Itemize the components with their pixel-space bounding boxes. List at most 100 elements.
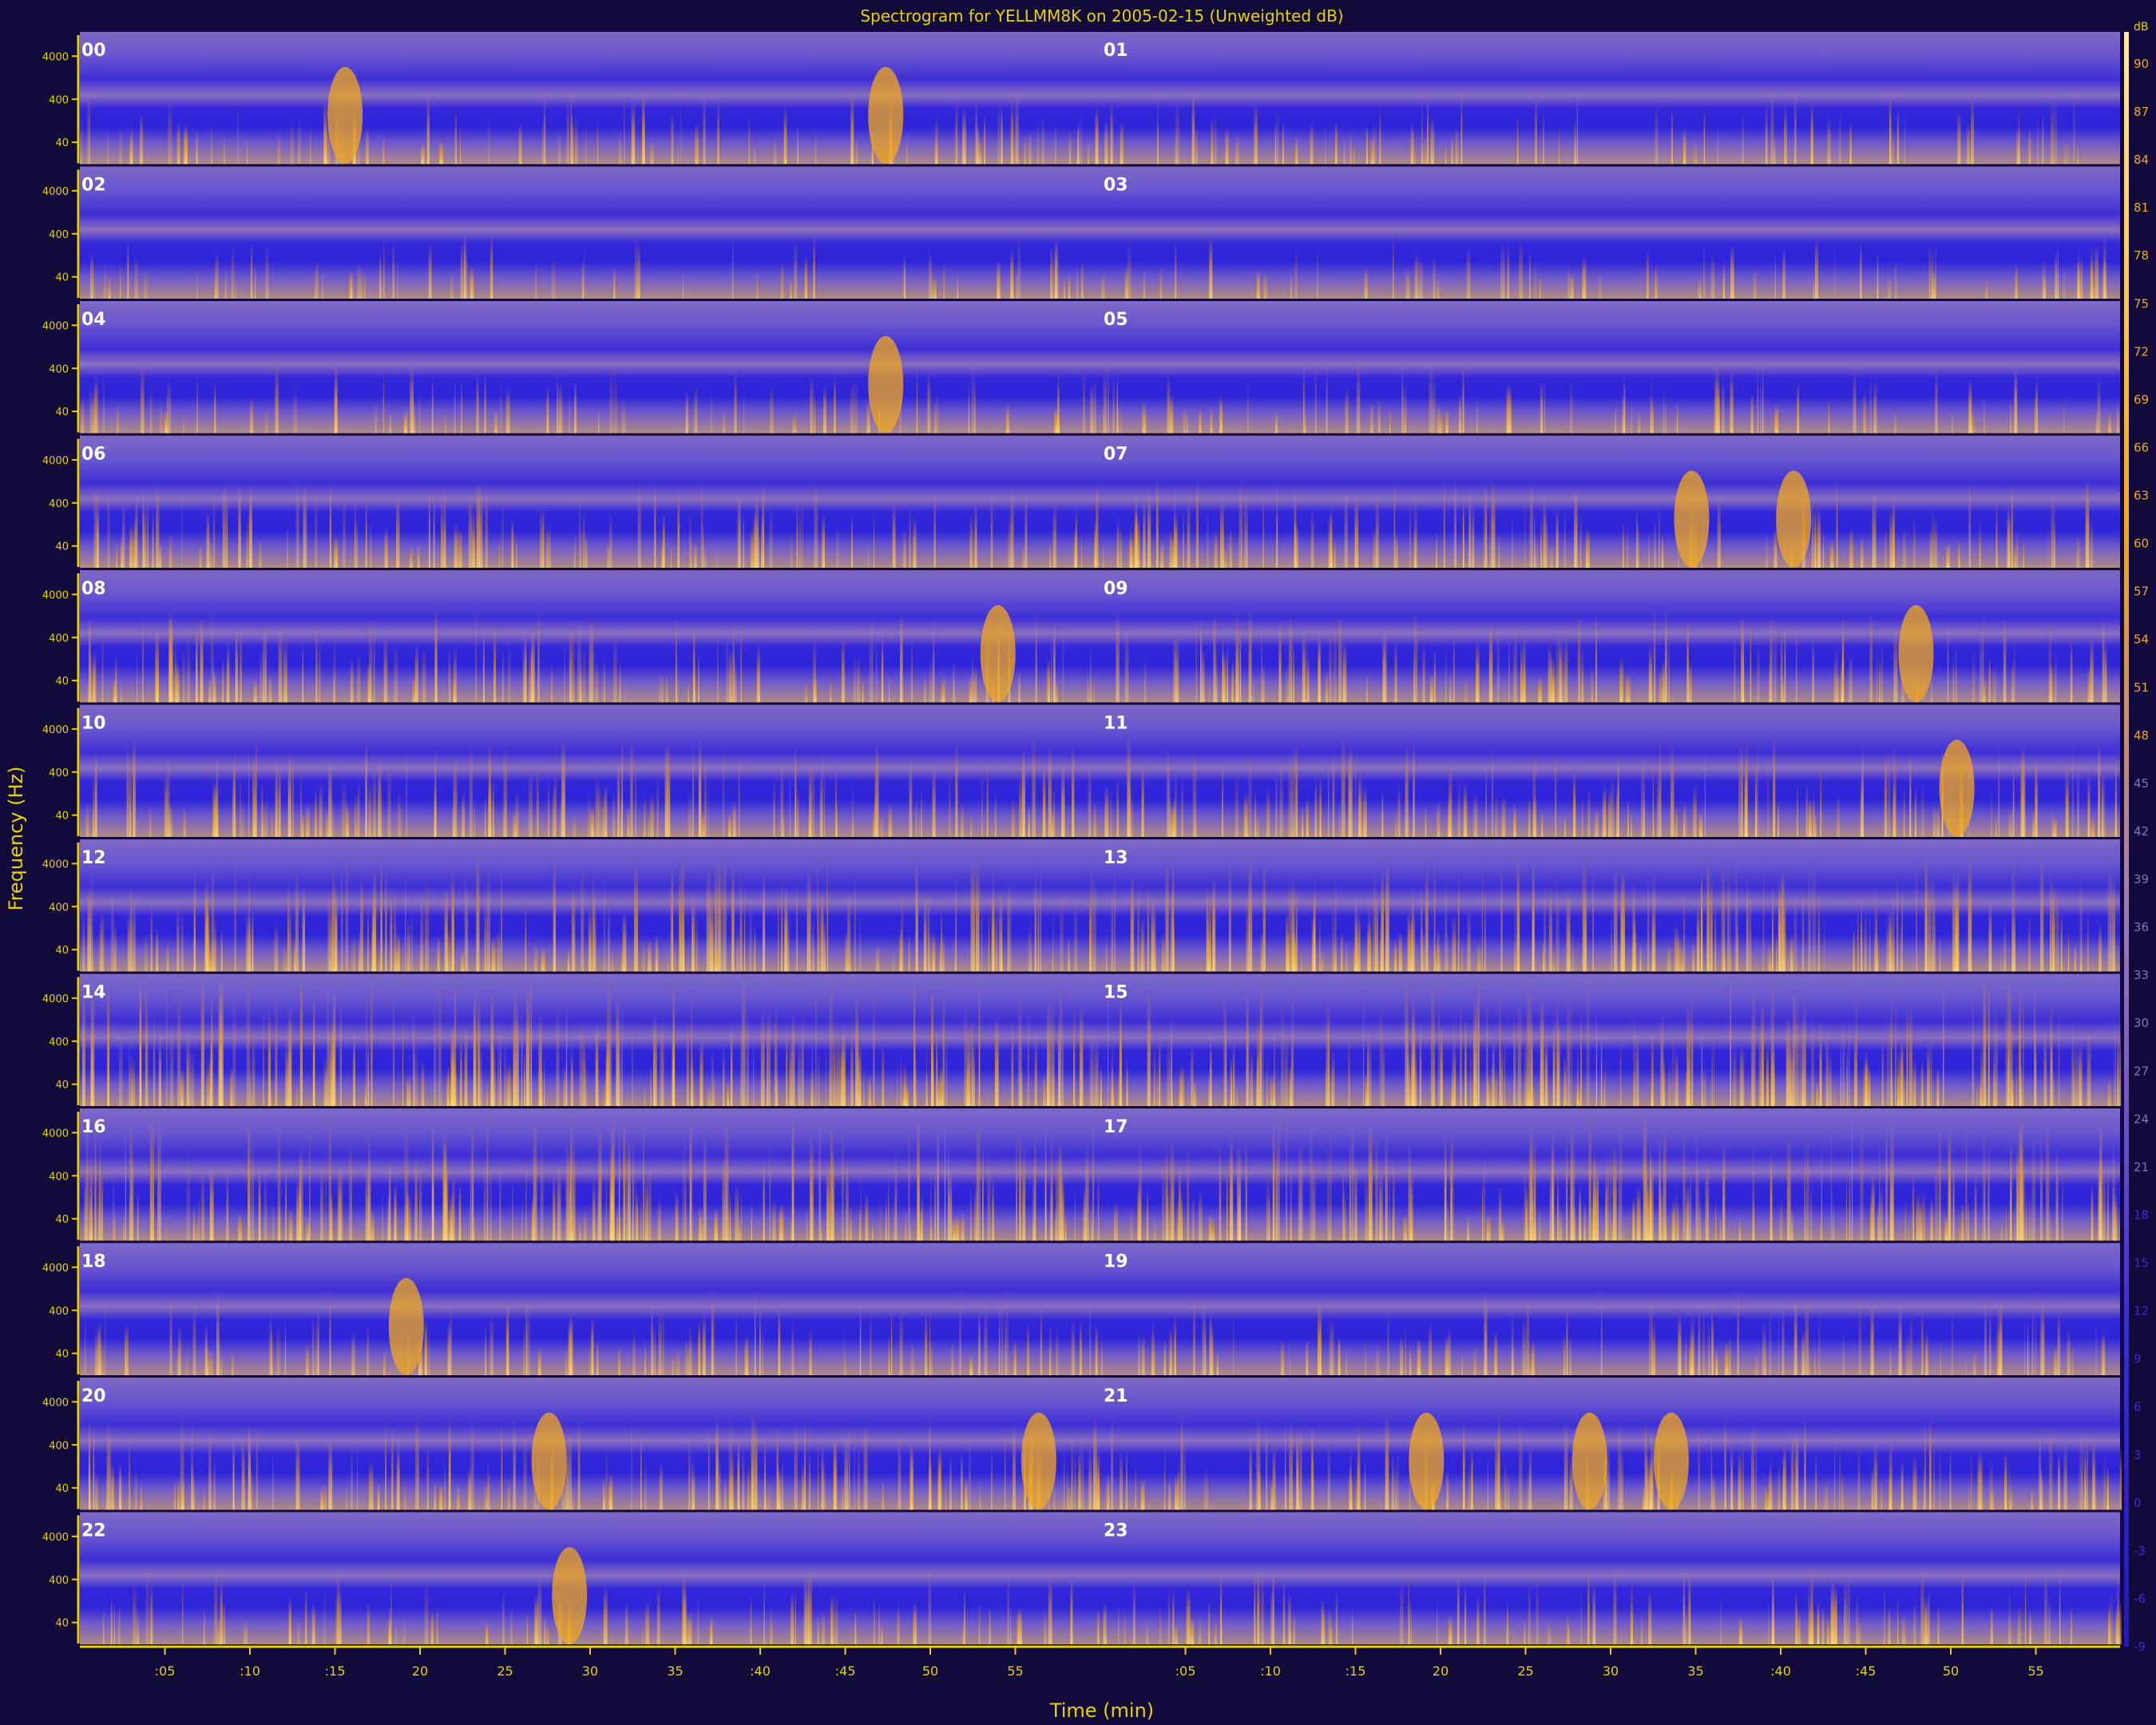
energy-streak — [1985, 278, 1988, 299]
energy-streak — [1873, 1441, 1877, 1510]
energy-streak — [1789, 934, 1793, 972]
energy-streak — [1331, 1049, 1335, 1106]
energy-streak — [210, 609, 214, 703]
energy-streak — [1806, 1133, 1809, 1241]
energy-streak — [288, 1005, 292, 1106]
energy-streak — [1811, 1012, 1814, 1106]
hour-label-right: 13 — [1104, 848, 1128, 868]
energy-streak — [1692, 1328, 1694, 1375]
energy-streak — [1153, 1330, 1155, 1375]
energy-streak — [296, 1177, 300, 1241]
energy-streak — [1473, 791, 1478, 837]
energy-streak — [438, 976, 442, 1106]
energy-streak — [126, 741, 129, 837]
energy-streak — [1524, 493, 1526, 568]
energy-streak — [394, 1182, 397, 1241]
energy-streak — [246, 520, 248, 568]
energy-streak — [269, 1081, 272, 1106]
time-tick-label: 30 — [1603, 1664, 1619, 1679]
energy-streak — [1453, 631, 1455, 703]
energy-streak — [488, 783, 492, 837]
energy-streak — [1652, 759, 1654, 837]
energy-streak — [334, 387, 337, 434]
energy-streak — [915, 1054, 917, 1106]
energy-streak — [1120, 400, 1122, 434]
energy-streak — [566, 96, 569, 165]
energy-streak — [594, 896, 596, 972]
energy-streak — [909, 507, 911, 568]
energy-streak — [1920, 784, 1925, 837]
energy-streak — [553, 771, 557, 837]
energy-streak — [624, 677, 626, 703]
energy-streak — [249, 1133, 253, 1241]
energy-streak — [1326, 1001, 1330, 1106]
energy-streak — [2036, 369, 2039, 434]
energy-streak — [212, 815, 216, 837]
energy-streak — [382, 1350, 386, 1375]
energy-streak — [804, 682, 808, 703]
energy-streak — [403, 1613, 406, 1644]
energy-streak — [1507, 243, 1510, 299]
energy-streak — [224, 268, 227, 299]
energy-streak — [596, 118, 599, 165]
energy-streak — [1055, 681, 1058, 703]
energy-streak — [2019, 1604, 2022, 1644]
energy-streak — [2080, 947, 2083, 972]
energy-streak — [1484, 1573, 1486, 1644]
freq-tick-label: 40 — [55, 137, 69, 149]
energy-streak — [1195, 479, 1199, 568]
energy-streak — [1807, 869, 1811, 972]
energy-streak — [1072, 747, 1075, 837]
energy-streak — [1543, 498, 1547, 568]
energy-streak — [990, 490, 993, 568]
energy-streak — [523, 1327, 525, 1375]
energy-streak — [778, 884, 779, 972]
energy-streak — [1638, 520, 1639, 568]
energy-streak — [1209, 236, 1213, 299]
energy-streak — [1028, 922, 1032, 972]
energy-streak — [205, 1347, 210, 1375]
energy-streak — [1500, 242, 1504, 299]
energy-streak — [1342, 1165, 1344, 1241]
energy-streak — [1167, 1037, 1171, 1106]
energy-streak — [1061, 763, 1065, 837]
energy-streak — [1563, 1331, 1566, 1375]
energy-streak — [1817, 507, 1821, 568]
energy-streak — [1774, 526, 1778, 568]
energy-streak — [1821, 1606, 1825, 1644]
energy-streak — [283, 943, 287, 972]
energy-streak — [2102, 617, 2105, 703]
energy-streak — [1210, 116, 1214, 165]
energy-streak — [1842, 1019, 1845, 1106]
energy-streak — [1270, 1073, 1274, 1106]
energy-streak — [932, 932, 936, 972]
energy-streak — [144, 268, 148, 299]
energy-streak — [317, 1307, 319, 1375]
energy-streak — [579, 518, 583, 568]
energy-streak — [268, 675, 272, 703]
energy-streak — [1108, 363, 1109, 434]
energy-streak — [2095, 244, 2099, 299]
energy-streak — [226, 491, 228, 568]
energy-streak — [548, 780, 549, 837]
energy-streak — [2012, 793, 2014, 837]
energy-streak — [1932, 869, 1934, 972]
energy-streak — [1173, 521, 1177, 568]
energy-streak — [821, 1610, 826, 1644]
energy-streak — [2051, 1042, 2053, 1106]
time-tick-label: :10 — [1260, 1664, 1281, 1679]
energy-streak — [1853, 1029, 1857, 1106]
energy-streak — [414, 1043, 418, 1106]
energy-streak — [421, 1060, 425, 1106]
energy-streak — [489, 1162, 492, 1241]
energy-streak — [1235, 1083, 1239, 1106]
energy-streak — [698, 651, 700, 703]
energy-streak — [2073, 1057, 2075, 1106]
energy-streak — [209, 537, 213, 568]
spectrogram-row-10: 20 21404004000 — [42, 1378, 2122, 1510]
energy-streak — [756, 644, 761, 703]
energy-streak — [977, 1118, 981, 1241]
energy-streak — [232, 994, 236, 1106]
energy-streak — [676, 1348, 680, 1375]
energy-streak — [1146, 1620, 1149, 1644]
